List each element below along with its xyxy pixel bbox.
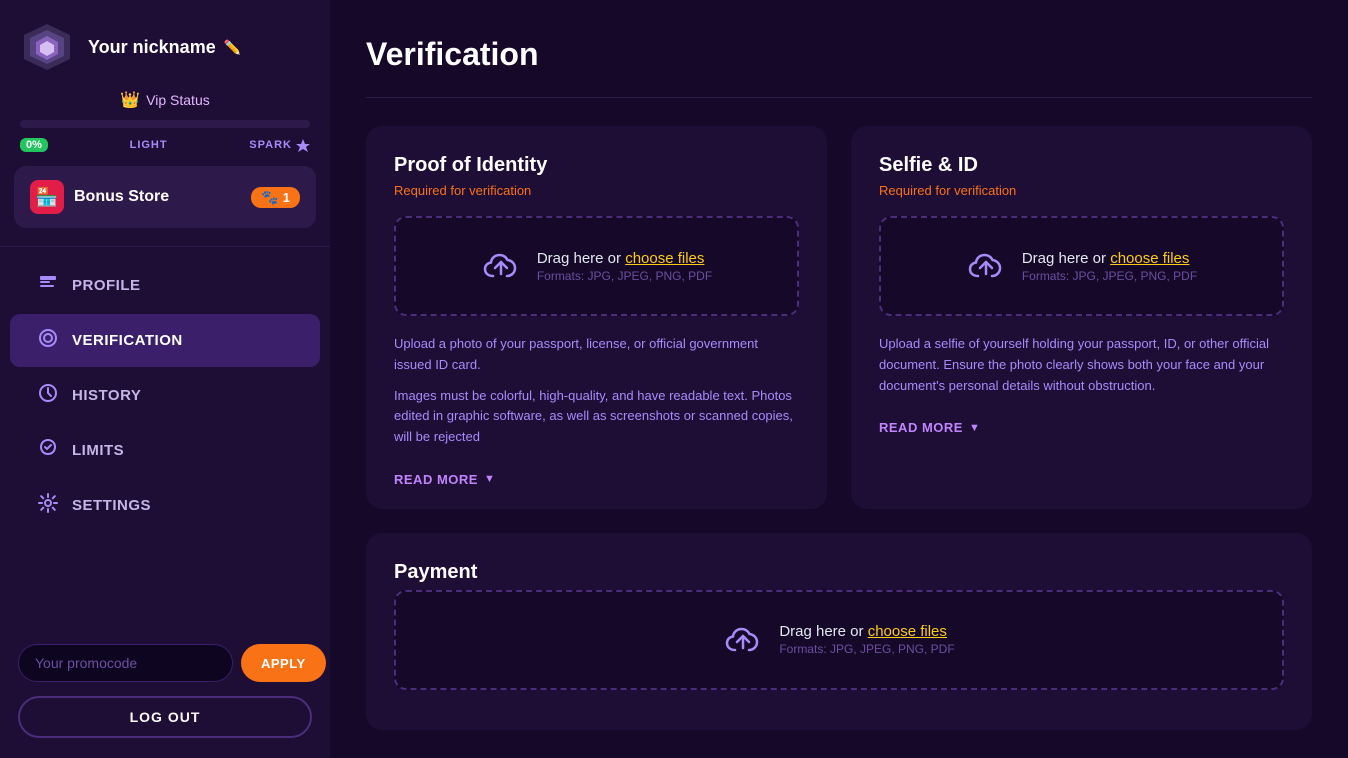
choose-files-link-payment[interactable]: choose files bbox=[868, 623, 947, 640]
profile-nickname: Your nickname ✏️ bbox=[88, 37, 241, 58]
bonus-store-label: Bonus Store bbox=[74, 188, 169, 206]
selfie-id-card: Selfie & ID Required for verification Dr… bbox=[851, 126, 1312, 509]
bonus-store-icon: 🏪 bbox=[30, 180, 64, 214]
progress-labels: 0% LIGHT SPARK bbox=[20, 138, 310, 152]
drag-text-selfie: Drag here or bbox=[1022, 250, 1110, 267]
upload-formats-proof: Formats: JPG, JPEG, PNG, PDF bbox=[537, 269, 712, 283]
drag-text-proof: Drag here or bbox=[537, 250, 625, 267]
progress-pct: 0% bbox=[20, 138, 48, 152]
vip-section: 👑 Vip Status 0% LIGHT SPARK bbox=[0, 90, 330, 166]
main-content: Verification Proof of Identity Required … bbox=[330, 0, 1348, 758]
card-required-selfie: Required for verification bbox=[879, 183, 1284, 198]
history-icon bbox=[38, 383, 58, 408]
sidebar-bottom: APPLY LOG OUT bbox=[0, 628, 330, 758]
promo-row: APPLY bbox=[18, 644, 312, 682]
sidebar-item-label-limits: LIMITS bbox=[72, 442, 124, 459]
card-required-proof: Required for verification bbox=[394, 183, 799, 198]
tier-right: SPARK bbox=[249, 138, 310, 152]
page-divider bbox=[366, 97, 1312, 98]
sidebar-item-label-verification: VERIFICATION bbox=[72, 332, 183, 349]
sidebar-item-profile[interactable]: PROFILE bbox=[10, 259, 320, 312]
crown-icon: 👑 bbox=[120, 90, 140, 110]
nav-list: PROFILE VERIFICATION HISTORY LIMITS SETT… bbox=[0, 251, 330, 542]
chevron-down-icon-proof: ▼ bbox=[484, 473, 495, 485]
upload-zone-proof[interactable]: Drag here or choose files Formats: JPG, … bbox=[394, 216, 799, 316]
sidebar-profile: Your nickname ✏️ bbox=[0, 0, 330, 90]
card-title-selfie: Selfie & ID bbox=[879, 154, 1284, 177]
upload-zone-payment[interactable]: Drag here or choose files Formats: JPG, … bbox=[394, 590, 1284, 690]
upload-cloud-icon-payment bbox=[723, 620, 763, 660]
nickname-text: Your nickname bbox=[88, 37, 216, 58]
desc-1-proof: Upload a photo of your passport, license… bbox=[394, 334, 799, 376]
sidebar-item-label-settings: SETTINGS bbox=[72, 497, 151, 514]
edit-nickname-icon[interactable]: ✏️ bbox=[224, 39, 241, 56]
tier-right-label: SPARK bbox=[249, 139, 292, 151]
drag-text-payment: Drag here or bbox=[779, 623, 867, 640]
progress-bar-wrap bbox=[20, 120, 310, 128]
bonus-badge: 🐾 1 bbox=[251, 187, 300, 208]
profile-icon bbox=[38, 273, 58, 298]
cards-row-top: Proof of Identity Required for verificat… bbox=[366, 126, 1312, 509]
upload-zone-selfie[interactable]: Drag here or choose files Formats: JPG, … bbox=[879, 216, 1284, 316]
read-more-selfie[interactable]: READ MORE ▼ bbox=[879, 420, 1284, 435]
avatar-icon bbox=[20, 20, 74, 74]
payment-card: Payment Drag here or choose files Format… bbox=[366, 533, 1312, 730]
upload-formats-selfie: Formats: JPG, JPEG, PNG, PDF bbox=[1022, 269, 1197, 283]
bonus-store-button[interactable]: 🏪 Bonus Store 🐾 1 bbox=[14, 166, 316, 228]
read-more-label-proof: READ MORE bbox=[394, 472, 478, 487]
sidebar-item-label-history: HISTORY bbox=[72, 387, 141, 404]
card-title-payment: Payment bbox=[394, 561, 1284, 584]
card-description-proof: Upload a photo of your passport, license… bbox=[394, 334, 799, 458]
paw-icon: 🐾 bbox=[261, 189, 278, 206]
bonus-count: 1 bbox=[283, 190, 290, 205]
spark-icon bbox=[296, 138, 310, 152]
read-more-proof[interactable]: READ MORE ▼ bbox=[394, 472, 799, 487]
tier-left-label: LIGHT bbox=[130, 139, 168, 151]
upload-text-payment: Drag here or choose files Formats: JPG, … bbox=[779, 623, 954, 656]
verification-icon bbox=[38, 328, 58, 353]
sidebar-item-settings[interactable]: SETTINGS bbox=[10, 479, 320, 532]
apply-button[interactable]: APPLY bbox=[241, 644, 326, 682]
vip-label-text: Vip Status bbox=[146, 92, 210, 108]
sidebar-item-label-profile: PROFILE bbox=[72, 277, 141, 294]
upload-text-proof: Drag here or choose files Formats: JPG, … bbox=[537, 250, 712, 283]
sidebar-item-limits[interactable]: LIMITS bbox=[10, 424, 320, 477]
sidebar-item-history[interactable]: HISTORY bbox=[10, 369, 320, 422]
promo-input[interactable] bbox=[18, 644, 233, 682]
upload-text-selfie: Drag here or choose files Formats: JPG, … bbox=[1022, 250, 1197, 283]
chevron-down-icon-selfie: ▼ bbox=[969, 422, 980, 434]
sidebar: Your nickname ✏️ 👑 Vip Status 0% LIGHT S… bbox=[0, 0, 330, 758]
vip-label: 👑 Vip Status bbox=[20, 90, 310, 110]
choose-files-link-selfie[interactable]: choose files bbox=[1110, 250, 1189, 267]
proof-of-identity-card: Proof of Identity Required for verificat… bbox=[366, 126, 827, 509]
read-more-label-selfie: READ MORE bbox=[879, 420, 963, 435]
logout-button[interactable]: LOG OUT bbox=[18, 696, 312, 738]
limits-icon bbox=[38, 438, 58, 463]
sidebar-divider bbox=[0, 246, 330, 247]
page-title: Verification bbox=[366, 36, 1312, 73]
upload-formats-payment: Formats: JPG, JPEG, PNG, PDF bbox=[779, 642, 954, 656]
upload-cloud-icon-proof bbox=[481, 246, 521, 286]
bonus-store-left: 🏪 Bonus Store bbox=[30, 180, 169, 214]
desc-2-proof: Images must be colorful, high-quality, a… bbox=[394, 386, 799, 448]
sidebar-item-verification[interactable]: VERIFICATION bbox=[10, 314, 320, 367]
desc-1-selfie: Upload a selfie of yourself holding your… bbox=[879, 334, 1284, 396]
card-description-selfie: Upload a selfie of yourself holding your… bbox=[879, 334, 1284, 406]
card-title-proof: Proof of Identity bbox=[394, 154, 799, 177]
settings-icon bbox=[38, 493, 58, 518]
upload-cloud-icon-selfie bbox=[966, 246, 1006, 286]
choose-files-link-proof[interactable]: choose files bbox=[625, 250, 704, 267]
